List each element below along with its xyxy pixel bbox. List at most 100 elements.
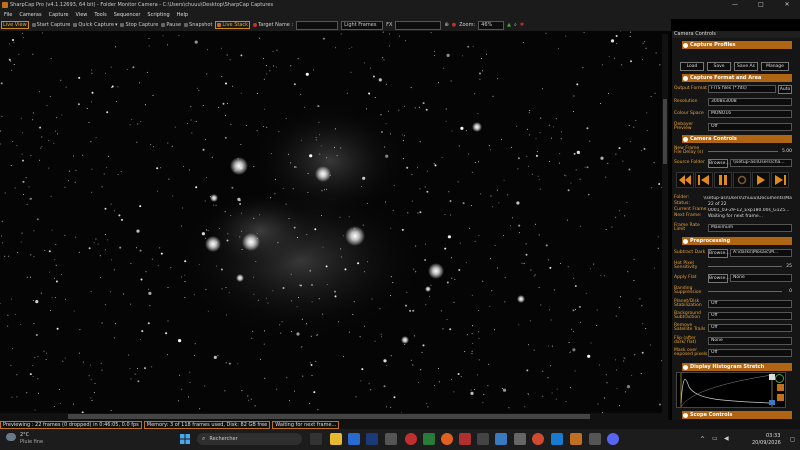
app-icon-8[interactable] (514, 433, 526, 445)
camera-controls-header[interactable]: Camera Controls (682, 135, 792, 143)
flip-select[interactable]: None (708, 337, 792, 345)
apply-flat-value[interactable]: None (730, 274, 792, 282)
clock-date[interactable]: 20/09/2026 (752, 440, 781, 446)
weather-icon[interactable] (6, 433, 16, 441)
quick-capture-button[interactable]: Quick Capture ▾ (73, 22, 117, 28)
sharpcap-icon[interactable] (570, 433, 582, 445)
app-icon-4[interactable] (423, 433, 435, 445)
auto-button[interactable]: Auto (778, 84, 792, 94)
histogram-header[interactable]: Display Histogram Stretch (682, 363, 792, 371)
planet-select[interactable]: Off (708, 300, 792, 308)
debayer-select[interactable]: Off (708, 123, 792, 131)
live-view-button[interactable]: Live View (1, 21, 29, 29)
record-icon[interactable]: ● (452, 22, 456, 28)
discord-icon[interactable] (607, 433, 619, 445)
weather-temp[interactable]: 2°C (20, 432, 29, 438)
source-folder-value[interactable]: \\setup-asi\Users\cha... (730, 159, 792, 167)
fx-select[interactable] (395, 20, 442, 30)
magnifier-icon[interactable]: ⌕ (514, 22, 517, 28)
save-button[interactable]: Save (707, 61, 731, 71)
minimize-button[interactable]: — (722, 0, 748, 10)
clock-time[interactable]: 03:33 (766, 433, 780, 439)
firefox-icon[interactable] (441, 433, 453, 445)
notification-icon[interactable]: ◻ (790, 436, 795, 443)
scope-controls-header[interactable]: Scope Controls (682, 411, 792, 419)
histogram-icon[interactable]: ▲ (507, 22, 511, 28)
network-icon[interactable]: ▭ (712, 435, 718, 442)
load-button[interactable]: Load (680, 61, 704, 71)
file-explorer-icon[interactable] (330, 433, 342, 445)
taskbar-search[interactable]: ⌕ Rechercher (197, 433, 302, 445)
app-icon-5[interactable] (459, 433, 471, 445)
pause-button[interactable]: Pause (161, 22, 181, 28)
histogram-reset-icon[interactable] (775, 374, 784, 383)
banding-value[interactable]: 0 (782, 289, 792, 294)
app-icon-9[interactable] (551, 433, 563, 445)
horizontal-scrollbar[interactable] (0, 413, 662, 420)
reticle-icon[interactable]: ⊕ (444, 22, 448, 28)
snapshot-button[interactable]: Snapshot (184, 22, 212, 28)
last-frame-icon[interactable] (771, 172, 789, 188)
menu-view[interactable]: View (76, 12, 88, 18)
tray-chevron-icon[interactable]: ^ (700, 436, 705, 443)
app-icon-2[interactable] (385, 433, 397, 445)
new-frame-delay-value[interactable]: 5.00 (778, 149, 792, 154)
task-view-icon[interactable] (310, 433, 322, 445)
histogram-save-icon[interactable] (769, 400, 775, 405)
hot-pixel-value[interactable]: 25 (782, 264, 792, 269)
resolution-select[interactable]: 3008x3008 (708, 98, 792, 106)
pause-playback-icon[interactable] (714, 172, 732, 188)
mask-select[interactable]: Off (708, 349, 792, 357)
menu-scripting[interactable]: Scripting (147, 12, 169, 18)
histogram-auto-icon[interactable] (777, 384, 784, 391)
dark-browse-button[interactable]: Browse... (708, 248, 730, 258)
app-icon-6[interactable] (477, 433, 489, 445)
browse-button[interactable]: Browse... (708, 158, 730, 168)
mail-icon[interactable] (348, 433, 360, 445)
close-button[interactable]: ✕ (774, 0, 800, 10)
save-as-button[interactable]: Save As (734, 61, 758, 71)
first-frame-icon[interactable] (695, 172, 713, 188)
subtract-dark-value[interactable]: A:\darks\Mosaic\M... (730, 249, 792, 257)
histogram-white-icon[interactable] (769, 374, 775, 380)
preprocessing-header[interactable]: Preprocessing (682, 237, 792, 245)
frame-rate-select[interactable]: Maximum (708, 224, 792, 232)
histogram-stretch-icon[interactable] (777, 394, 784, 401)
capture-format-header[interactable]: Capture Format and Area (682, 74, 792, 82)
target-name-input[interactable] (296, 20, 339, 30)
start-capture-button[interactable]: Start Capture (31, 22, 70, 28)
output-format-select[interactable]: FITS files (*.fits) (708, 85, 776, 93)
menu-help[interactable]: Help (177, 12, 188, 18)
zoom-select[interactable]: 46% (478, 20, 505, 30)
photoshop-icon[interactable] (366, 433, 378, 445)
colour-space-select[interactable]: MONO16 (708, 110, 792, 118)
capture-profiles-header[interactable]: Capture Profiles (682, 41, 792, 49)
image-viewer[interactable] (0, 31, 670, 420)
vertical-scrollbar[interactable] (662, 34, 668, 420)
rewind-icon[interactable] (676, 172, 694, 188)
annotation-icon[interactable]: ✱ (520, 22, 524, 28)
live-stack-button[interactable]: Live Stack (215, 21, 251, 29)
histogram-display[interactable] (676, 372, 786, 408)
menu-capture[interactable]: Capture (49, 12, 69, 18)
vertical-scroll-thumb[interactable] (663, 99, 667, 164)
volume-icon[interactable]: ◀ (724, 435, 729, 442)
menu-tools[interactable]: Tools (94, 12, 106, 18)
stop-capture-button[interactable]: Stop Capture (120, 22, 158, 28)
maximize-button[interactable]: □ (748, 0, 774, 10)
frame-type-select[interactable]: Light Frames (341, 20, 384, 30)
satellite-select[interactable]: Off (708, 324, 792, 332)
hot-pixel-slider[interactable] (708, 265, 782, 267)
weather-desc[interactable]: Pluie fine (20, 439, 43, 445)
menu-cameras[interactable]: Cameras (19, 12, 41, 18)
menu-sequencer[interactable]: Sequencer (114, 12, 141, 18)
banding-slider[interactable] (708, 290, 782, 292)
menu-file[interactable]: File (4, 12, 12, 18)
app-icon-3[interactable] (405, 433, 417, 445)
app-icon-7[interactable] (495, 433, 507, 445)
app-icon-10[interactable] (589, 433, 601, 445)
windows-start-icon[interactable] (180, 434, 190, 444)
background-select[interactable]: Off (708, 312, 792, 320)
flat-browse-button[interactable]: Browse... (708, 273, 730, 283)
new-frame-delay-slider[interactable] (708, 150, 778, 152)
